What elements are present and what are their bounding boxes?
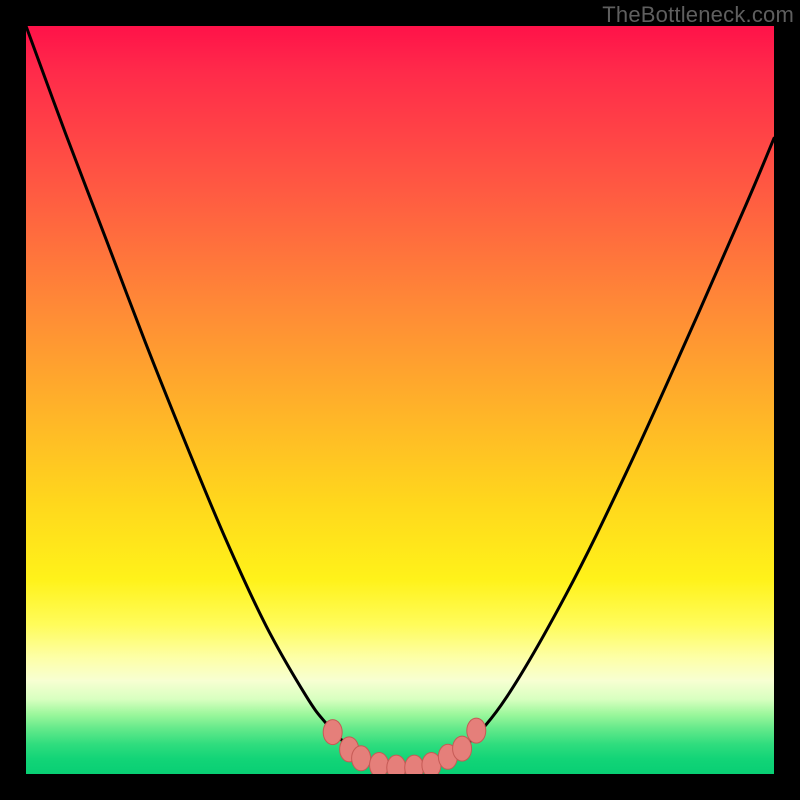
- curve-marker: [453, 736, 472, 761]
- curve-markers: [323, 718, 486, 774]
- curve-marker: [467, 718, 486, 743]
- curve-marker: [352, 746, 371, 771]
- curve-marker: [370, 753, 389, 774]
- watermark-text: TheBottleneck.com: [602, 2, 794, 28]
- curve-marker: [323, 720, 342, 745]
- plot-area: [26, 26, 774, 774]
- bottleneck-curve: [26, 26, 774, 768]
- curve-marker: [387, 755, 406, 774]
- chart-frame: TheBottleneck.com: [0, 0, 800, 800]
- curve-layer: [26, 26, 774, 774]
- curve-marker: [405, 755, 424, 774]
